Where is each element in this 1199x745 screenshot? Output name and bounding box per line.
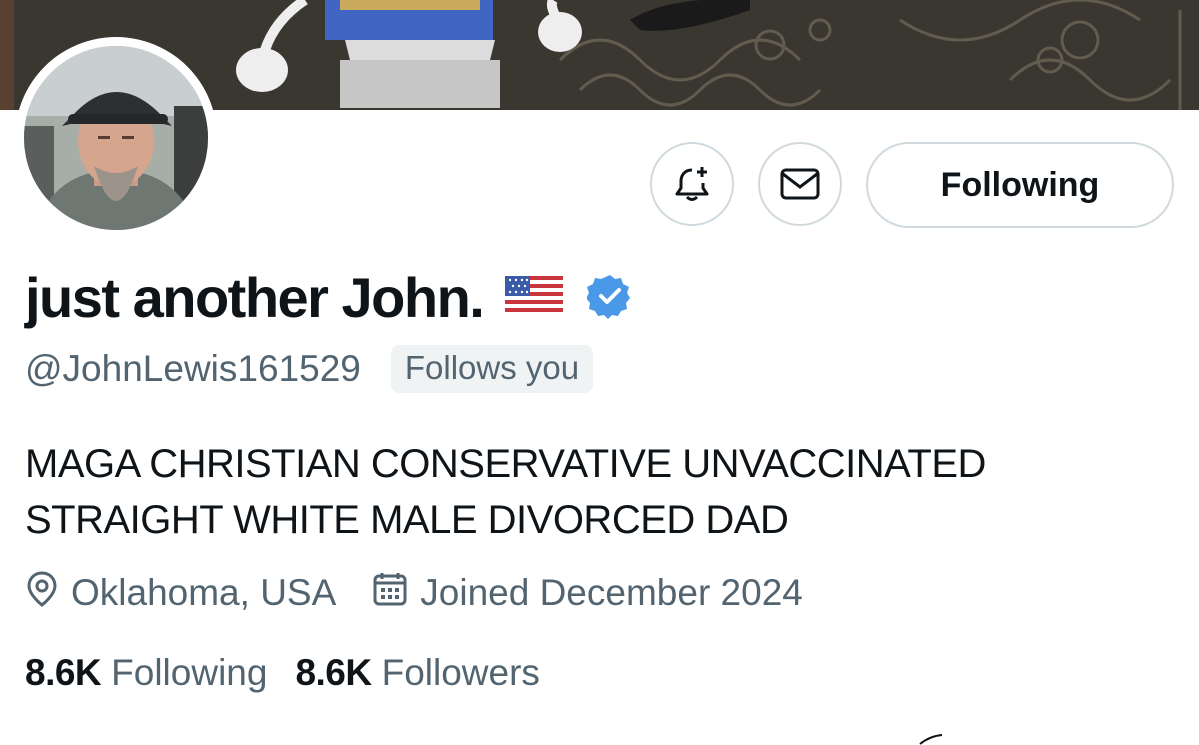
following-button-label: Following [940,165,1100,204]
followers-count: 8.6K [295,652,372,693]
profile-page: Following just another John. @JohnLewis1… [0,0,1199,745]
profile-bio: MAGA CHRISTIAN CONSERVATIVE UNVACCINATED… [25,436,1145,548]
followers-label: Followers [381,652,540,693]
message-button[interactable] [758,142,842,226]
verified-badge-icon[interactable] [586,273,633,324]
bio-line-1: MAGA CHRISTIAN CONSERVATIVE UNVACCINATED [25,442,986,486]
following-label: Following [111,652,268,693]
user-handle: @JohnLewis161529 [25,348,361,389]
follow-stats: 8.6K Following 8.6K Followers [25,648,540,698]
location: Oklahoma, USA [25,570,336,617]
notify-button[interactable] [650,142,734,226]
following-stat-link[interactable]: 8.6K Following [25,652,267,694]
location-pin-icon [25,570,59,617]
display-name: just another John. [25,266,485,329]
followers-stat-link[interactable]: 8.6K Followers [295,652,539,694]
following-count: 8.6K [25,652,102,693]
location-text: Oklahoma, USA [71,572,337,613]
following-button[interactable]: Following [866,142,1174,228]
calendar-icon [372,571,408,616]
handle-row: @JohnLewis161529 Follows you [25,344,594,394]
envelope-icon [780,168,820,200]
partial-stroke-mark [919,734,943,745]
bell-plus-icon [675,167,709,201]
display-name-row: just another John. [25,266,633,330]
bio-line-2: STRAIGHT WHITE MALE DIVORCED DAD [25,498,789,542]
joined-text: Joined December 2024 [420,572,803,613]
joined-date: Joined December 2024 [372,571,803,616]
us-flag-icon [505,275,564,321]
follows-you-badge: Follows you [390,345,594,393]
avatar-photo [24,46,208,230]
avatar[interactable] [15,37,217,239]
profile-meta: Oklahoma, USA Joined December 2024 [25,568,803,618]
